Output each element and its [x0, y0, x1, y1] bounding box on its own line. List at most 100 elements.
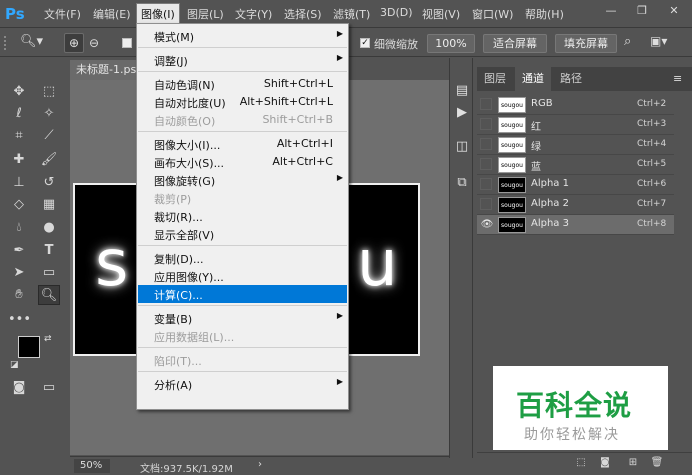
zoom-100-button[interactable]: 100%	[427, 34, 475, 53]
panel-scrollbar[interactable]	[674, 91, 692, 451]
menu-separator	[138, 371, 347, 372]
dodge-tool-icon[interactable]: ●	[38, 218, 60, 238]
menu-view[interactable]: 视图(V)	[422, 6, 460, 22]
type-tool-icon[interactable]: T	[38, 241, 60, 261]
pen-tool-icon[interactable]: ✒	[8, 241, 30, 261]
channel-row[interactable]: sougou RGB Ctrl+2	[477, 95, 674, 115]
marquee-tool-icon[interactable]: ⬚	[38, 82, 60, 102]
resize-windows-checkbox[interactable]	[122, 38, 132, 48]
gradient-tool-icon[interactable]: ▦	[38, 195, 60, 215]
image-menu-item[interactable]: 图像大小(I)... Alt+Ctrl+I	[138, 135, 347, 153]
healing-brush-tool-icon[interactable]: ✚	[8, 150, 30, 170]
properties-panel-icon[interactable]: ◫	[453, 138, 471, 156]
channel-row[interactable]: 👁︎ sougou Alpha 3 Ctrl+8	[477, 215, 674, 235]
image-menu-item[interactable]: 裁切(R)...	[138, 207, 347, 225]
channel-row[interactable]: sougou Alpha 1 Ctrl+6	[477, 175, 674, 195]
quick-mask-icon[interactable]: ◙	[8, 378, 30, 398]
zoom-out-icon[interactable]: ⊖	[89, 36, 99, 50]
channel-row[interactable]: sougou 红 Ctrl+3	[477, 115, 674, 135]
menu-item-label: 模式(M)	[154, 31, 195, 44]
fill-screen-button[interactable]: 填充屏幕	[555, 34, 617, 53]
delete-channel-icon[interactable]: 🗑︎	[649, 457, 665, 471]
blur-tool-icon[interactable]: 💧︎	[8, 218, 30, 238]
menu-help[interactable]: 帮助(H)	[525, 6, 564, 22]
edit-toolbar-icon[interactable]: •••	[8, 310, 31, 330]
foreground-color-swatch[interactable]	[18, 336, 40, 358]
menu-3d[interactable]: 3D(D)	[380, 6, 413, 19]
minimize-icon[interactable]: —	[597, 4, 625, 18]
zoom-tool-icon[interactable]: 🔍︎	[38, 285, 60, 305]
visibility-eye-icon[interactable]	[480, 198, 492, 210]
image-menu-item[interactable]: 应用图像(Y)...	[138, 267, 347, 285]
swap-colors-icon[interactable]: ⇄	[44, 334, 52, 344]
default-colors-icon[interactable]: ◪	[10, 360, 19, 370]
maximize-icon[interactable]: ❐	[628, 4, 656, 18]
crop-tool-icon[interactable]: ⌗	[8, 126, 30, 146]
visibility-eye-icon[interactable]	[480, 158, 492, 170]
image-menu-item[interactable]: 模式(M) ▶	[138, 27, 347, 45]
actions-panel-icon[interactable]: ▶	[453, 104, 471, 122]
fit-screen-button[interactable]: 适合屏幕	[483, 34, 547, 53]
image-menu-item[interactable]: 自动色调(N) Shift+Ctrl+L	[138, 75, 347, 93]
history-brush-tool-icon[interactable]: ↺	[38, 173, 60, 193]
tab-layers[interactable]: 图层	[477, 67, 513, 91]
panel-menu-icon[interactable]: ≡	[673, 72, 682, 85]
channel-row[interactable]: sougou 蓝 Ctrl+5	[477, 155, 674, 175]
visibility-eye-icon[interactable]	[480, 138, 492, 150]
magic-wand-tool-icon[interactable]: ✧	[38, 104, 60, 124]
document-tab[interactable]: 未标题-1.psd	[70, 60, 140, 80]
menu-image[interactable]: 图像(I)	[136, 3, 180, 25]
visibility-eye-icon[interactable]	[480, 98, 492, 110]
menu-edit[interactable]: 编辑(E)	[93, 6, 131, 22]
path-selection-tool-icon[interactable]: ➤	[8, 263, 30, 283]
zoom-level-field[interactable]: 50%	[74, 459, 110, 473]
menu-window[interactable]: 窗口(W)	[472, 6, 513, 22]
load-selection-icon[interactable]: ⬚	[573, 457, 589, 471]
channel-row[interactable]: sougou 绿 Ctrl+4	[477, 135, 674, 155]
workspace-icon[interactable]: ▣▾	[650, 34, 667, 48]
eyedropper-tool-icon[interactable]: ⟋	[38, 126, 60, 146]
zoom-tool-preset-icon[interactable]: 🔍︎▾	[20, 34, 43, 49]
scrubby-zoom-checkbox[interactable]: ✓	[360, 38, 370, 48]
move-tool-icon[interactable]: ✥	[8, 82, 30, 102]
image-menu-item[interactable]: 变量(B) ▶	[138, 309, 347, 327]
hand-tool-icon[interactable]: ✋︎	[8, 285, 30, 305]
channel-name: 蓝	[531, 162, 541, 173]
image-menu-item[interactable]: 画布大小(S)... Alt+Ctrl+C	[138, 153, 347, 171]
save-selection-icon[interactable]: ◙	[597, 457, 613, 471]
image-menu-item[interactable]: 分析(A) ▶	[138, 375, 347, 393]
new-channel-icon[interactable]: ⊞	[625, 457, 641, 471]
zoom-in-icon[interactable]: ⊕	[64, 33, 84, 53]
grip-handle[interactable]	[4, 36, 6, 50]
brush-tool-icon[interactable]: 🖌︎	[38, 150, 60, 170]
image-menu-item[interactable]: 自动对比度(U) Alt+Shift+Ctrl+L	[138, 93, 347, 111]
menu-filter[interactable]: 滤镜(T)	[333, 6, 370, 22]
tab-channels[interactable]: 通道	[515, 67, 551, 91]
lasso-tool-icon[interactable]: ℓ	[8, 104, 30, 124]
close-icon[interactable]: ✕	[660, 4, 688, 18]
image-menu-item[interactable]: 复制(D)...	[138, 249, 347, 267]
menu-item-label: 陷印(T)...	[154, 355, 202, 368]
rectangle-tool-icon[interactable]: ▭	[38, 263, 60, 283]
eraser-tool-icon[interactable]: ◇	[8, 195, 30, 215]
channel-name: 绿	[531, 142, 541, 153]
history-panel-icon[interactable]: ▤	[453, 82, 471, 100]
channel-row[interactable]: sougou Alpha 2 Ctrl+7	[477, 195, 674, 215]
menu-select[interactable]: 选择(S)	[284, 6, 322, 22]
visibility-eye-icon[interactable]: 👁︎	[480, 218, 494, 232]
menu-type[interactable]: 文字(Y)	[235, 6, 272, 22]
search-icon[interactable]: ⌕	[624, 34, 631, 49]
image-menu-item[interactable]: 计算(C)...	[138, 285, 347, 303]
menu-file[interactable]: 文件(F)	[44, 6, 81, 22]
tab-paths[interactable]: 路径	[553, 67, 589, 91]
status-menu-arrow-icon[interactable]: ›	[258, 459, 262, 470]
visibility-eye-icon[interactable]	[480, 178, 492, 190]
adjustments-panel-icon[interactable]: ⧉	[453, 174, 471, 192]
image-menu-item[interactable]: 调整(J) ▶	[138, 51, 347, 69]
clone-stamp-tool-icon[interactable]: ⊥	[8, 173, 30, 193]
screen-mode-icon[interactable]: ▭	[38, 378, 60, 398]
image-menu-item[interactable]: 图像旋转(G) ▶	[138, 171, 347, 189]
image-menu-item[interactable]: 显示全部(V)	[138, 225, 347, 243]
menu-layer[interactable]: 图层(L)	[187, 6, 224, 22]
visibility-eye-icon[interactable]	[480, 118, 492, 130]
